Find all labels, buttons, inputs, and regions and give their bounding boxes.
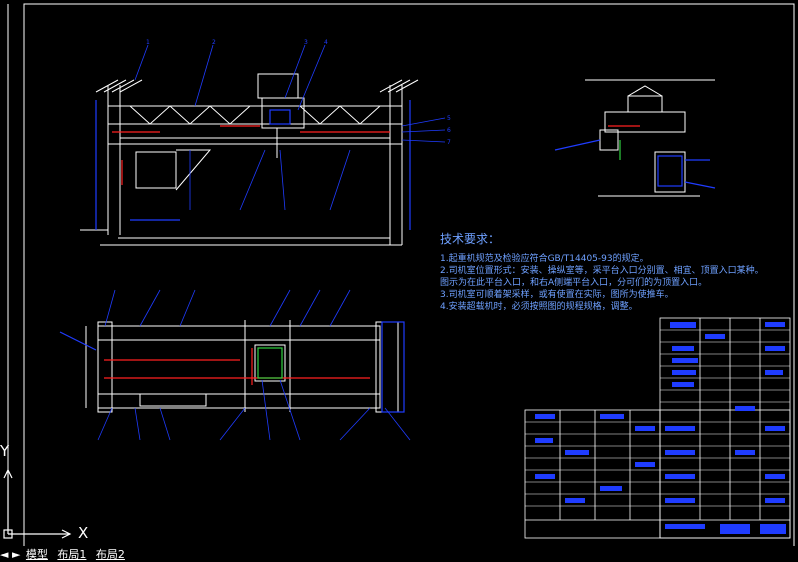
svg-text:3: 3 — [304, 39, 308, 46]
tab-model[interactable]: 模型 — [26, 548, 48, 561]
svg-text:1: 1 — [146, 39, 150, 46]
tech-note-line: 2.司机室位置形式：安装、操纵室等，采平台入口分别置、相宜、顶置入口某种。 — [440, 266, 764, 276]
svg-text:7: 7 — [447, 139, 451, 146]
svg-text:5: 5 — [447, 115, 451, 122]
svg-text:6: 6 — [447, 127, 451, 134]
svg-text:4: 4 — [324, 39, 328, 46]
technical-requirements: 技术要求： 1.起重机规范及检验应符合GB/T14405-93的规定。 2.司机… — [440, 230, 764, 313]
tech-note-line: 3.司机室可顺着架采样，或有使置在实际，图所为使推车。 — [440, 290, 674, 300]
ucs-y-label: Y — [0, 442, 10, 460]
tab-layout2[interactable]: 布局2 — [96, 548, 125, 561]
tech-note-line: 4.安装超载机时，必须按照图的规程规格，调整。 — [440, 302, 638, 312]
svg-text:2: 2 — [212, 39, 216, 46]
tech-note-line: 图示为在此平台入口，和右A侧端平台入口，分可们的为顶置入口。 — [440, 278, 708, 288]
tab-layout1[interactable]: 布局1 — [57, 548, 86, 561]
tech-note-line: 1.起重机规范及检验应符合GB/T14405-93的规定。 — [440, 254, 649, 264]
tech-notes-title: 技术要求： — [440, 232, 501, 246]
tab-nav-arrows[interactable]: ◄ ► — [0, 548, 20, 561]
ucs-x-label: X — [78, 524, 89, 542]
layout-tabs-bar: ◄ ► 模型 布局1 布局2 — [0, 546, 798, 561]
